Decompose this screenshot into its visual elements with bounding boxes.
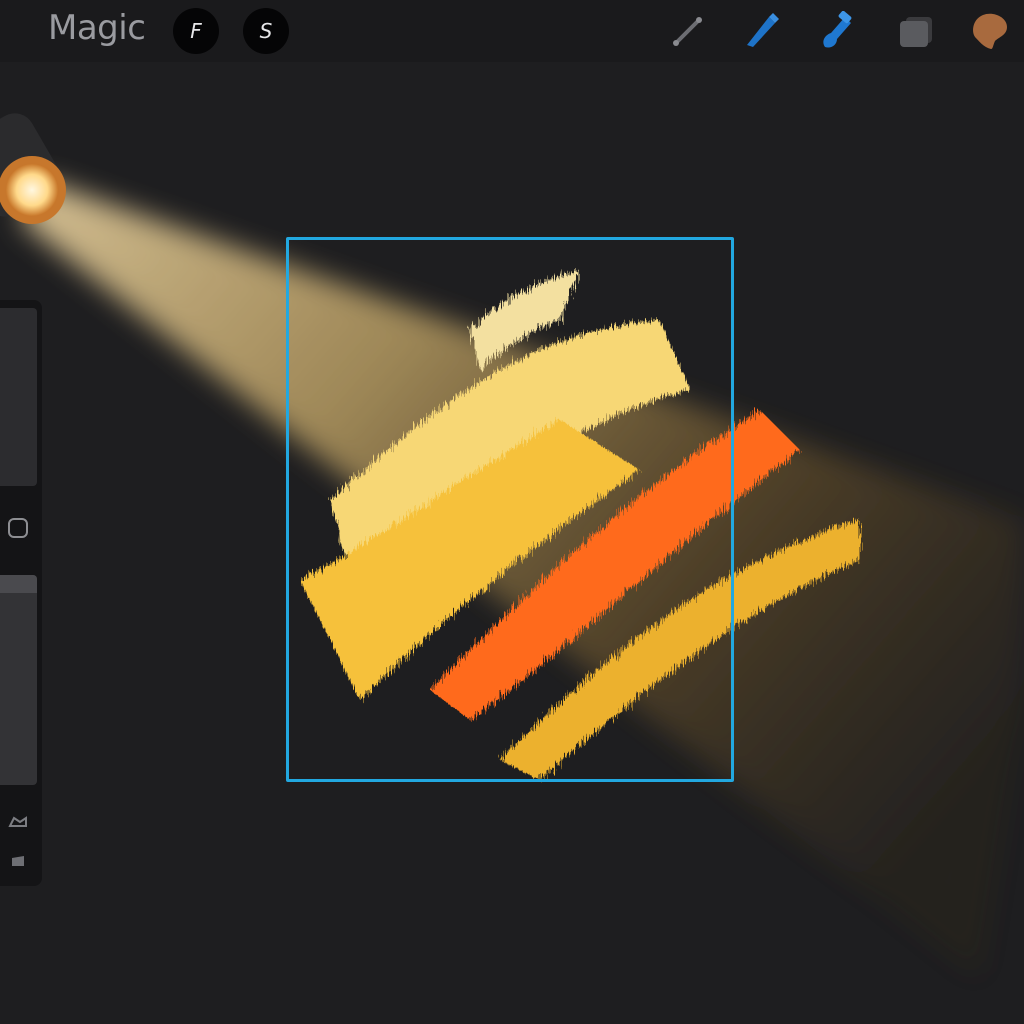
wrench-icon[interactable] (665, 8, 711, 54)
s-button-label: S (259, 19, 273, 43)
top-toolbar: Magic F S (0, 0, 1024, 62)
smudge-icon[interactable] (812, 8, 858, 54)
redo-icon[interactable] (6, 852, 30, 872)
app-title: Magic (48, 8, 146, 48)
modify-square-button[interactable] (8, 518, 28, 538)
brush-icon[interactable] (738, 8, 784, 54)
left-sidebar (0, 300, 42, 886)
f-button[interactable]: F (173, 8, 219, 54)
selection-box[interactable] (286, 237, 734, 782)
s-button[interactable]: S (243, 8, 289, 54)
spotlight-lamp (0, 113, 66, 224)
opacity-slider[interactable] (0, 575, 37, 785)
drawing-app: Magic F S (0, 0, 1024, 1024)
f-button-label: F (190, 19, 202, 43)
undo-icon[interactable] (6, 812, 30, 832)
brush-size-slider[interactable] (0, 308, 37, 486)
color-swatch-icon[interactable] (968, 8, 1014, 54)
opacity-slider-handle[interactable] (0, 575, 37, 593)
layers-icon[interactable] (893, 8, 939, 54)
